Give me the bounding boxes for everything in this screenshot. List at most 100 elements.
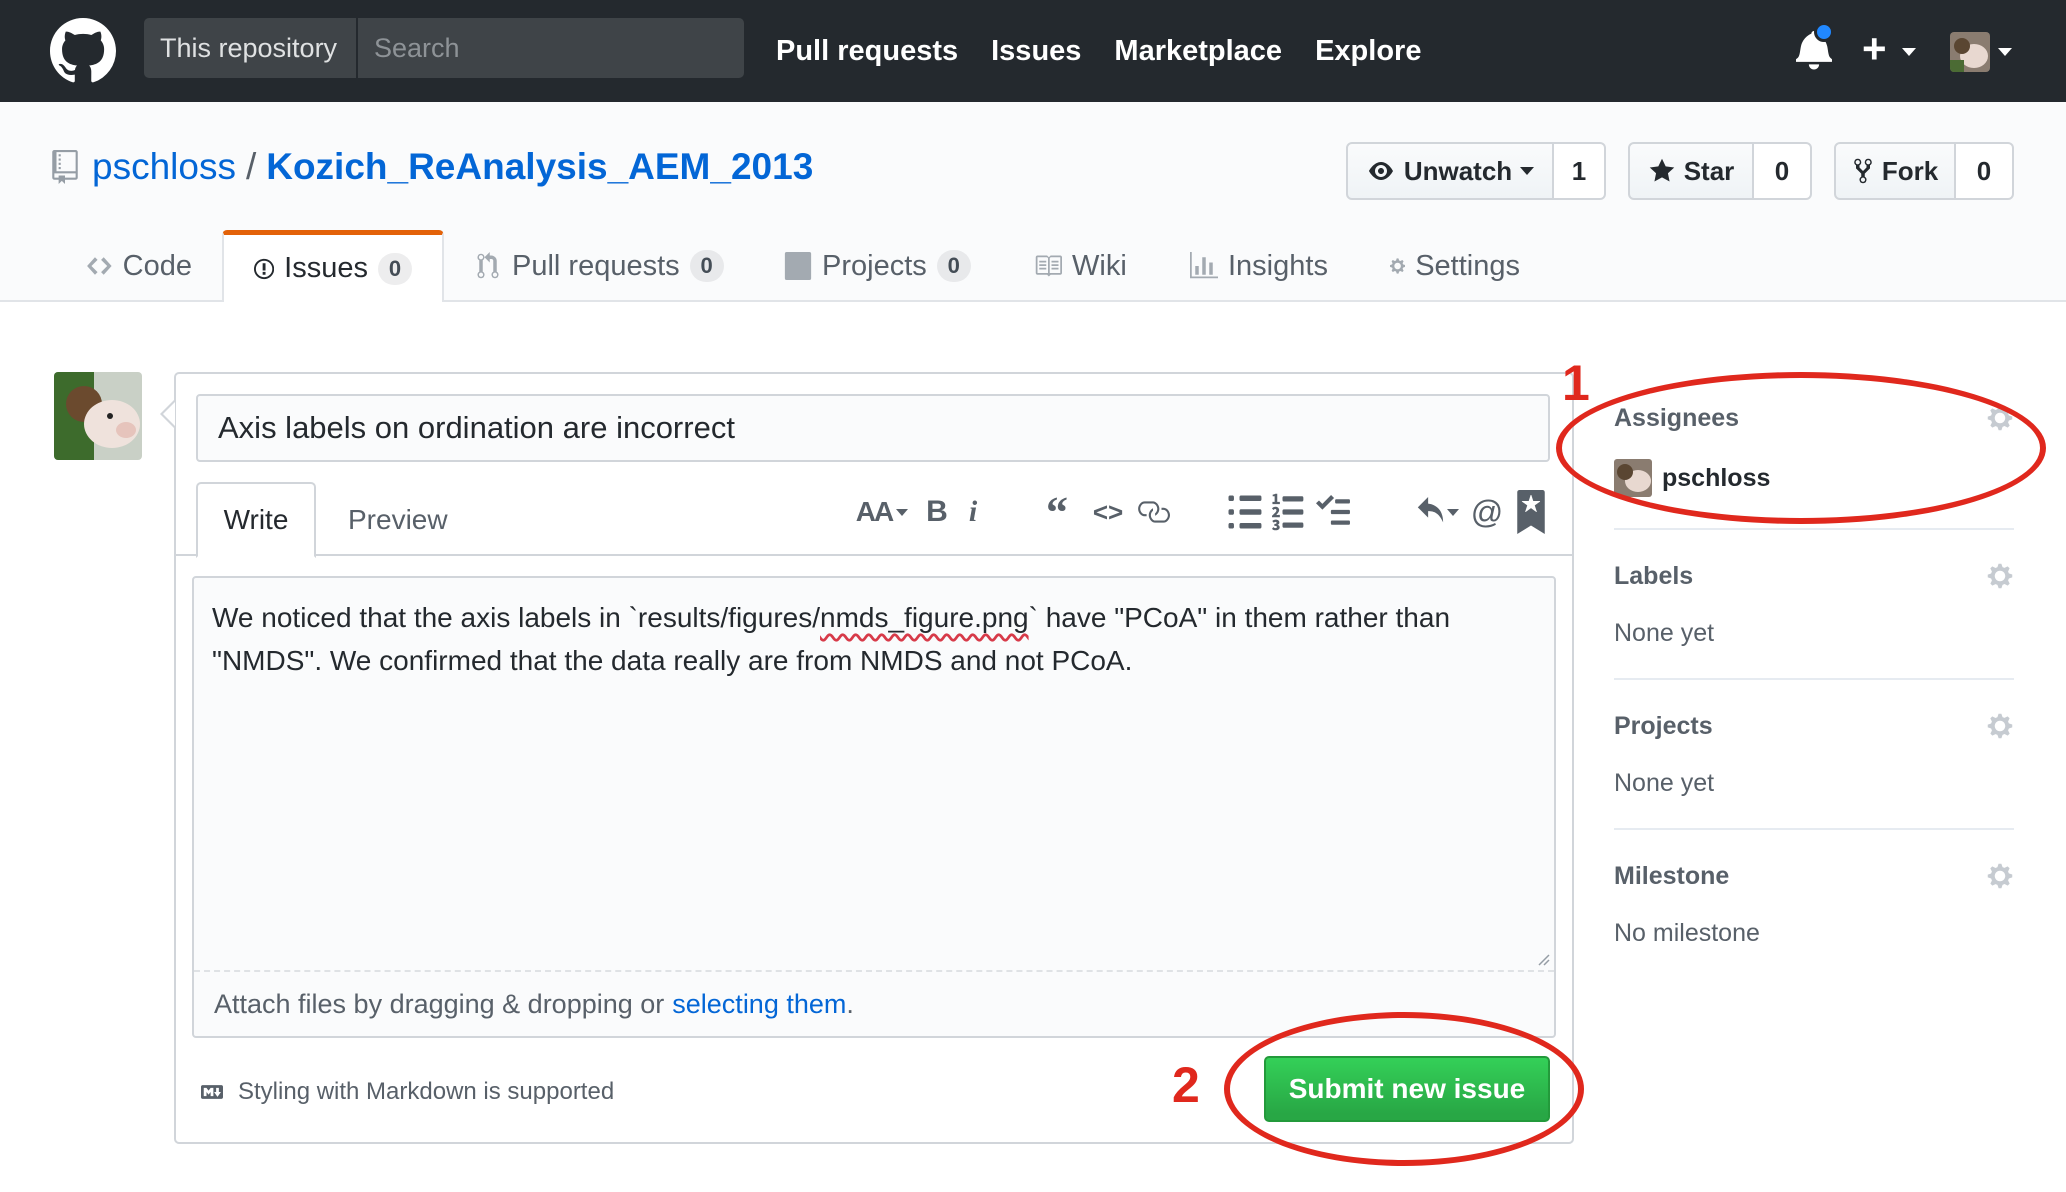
sidebar-divider [1614, 828, 2014, 830]
projects-counter: 0 [936, 250, 971, 282]
code-icon [87, 257, 112, 275]
repo-title: pschloss / Kozich_ReAnalysis_AEM_2013 [52, 146, 813, 188]
pull-requests-counter: 0 [689, 250, 724, 282]
markdown-icon [201, 1085, 223, 1099]
labels-value: None yet [1614, 619, 1715, 647]
github-logo-icon[interactable] [50, 18, 116, 84]
preview-tab[interactable]: Preview [326, 482, 470, 558]
quote-button[interactable]: “ [1040, 488, 1074, 537]
body-text-misspelled: nmds_figure.png [820, 602, 1029, 633]
book-icon [1035, 255, 1062, 277]
milestone-value: No milestone [1614, 919, 1760, 947]
ordered-list-icon[interactable] [1272, 490, 1306, 534]
fork-count[interactable]: 0 [1956, 142, 2014, 200]
bookmark-icon[interactable] [1516, 490, 1546, 534]
fork-icon [1854, 158, 1872, 184]
watch-count[interactable]: 1 [1554, 142, 1606, 200]
watch-group: Unwatch 1 [1346, 142, 1606, 200]
repo-name-link[interactable]: Kozich_ReAnalysis_AEM_2013 [266, 146, 813, 188]
nav-explore[interactable]: Explore [1315, 35, 1421, 68]
tab-wiki-label: Wiki [1072, 249, 1127, 282]
search-box[interactable]: This repository Search [144, 18, 744, 78]
sidebar-milestone[interactable]: Milestone No milestone [1614, 862, 2014, 948]
heading-button[interactable]: AA [854, 490, 910, 534]
gear-icon [1390, 258, 1406, 274]
sidebar-projects[interactable]: Projects None yet [1614, 712, 2014, 798]
link-icon[interactable] [1136, 490, 1170, 534]
tab-projects[interactable]: Projects 0 [754, 230, 1004, 302]
tab-wiki[interactable]: Wiki [1004, 230, 1160, 302]
issue-body-textarea[interactable]: We noticed that the axis labels in `resu… [192, 576, 1556, 1038]
gear-icon[interactable] [1986, 712, 2014, 740]
nav-issues[interactable]: Issues [991, 35, 1081, 68]
markdown-note[interactable]: Styling with Markdown is supported [196, 1078, 614, 1106]
issues-counter: 0 [378, 252, 412, 285]
tab-pull-requests-label: Pull requests [512, 249, 680, 282]
chevron-down-icon[interactable] [1902, 48, 1916, 56]
heading-icon: AA [855, 496, 894, 527]
mention-button[interactable]: @ [1470, 490, 1504, 534]
nav-marketplace[interactable]: Marketplace [1114, 35, 1282, 68]
projects-value: None yet [1614, 769, 1715, 797]
milestone-heading: Milestone [1614, 862, 1730, 890]
fork-label: Fork [1881, 155, 1939, 186]
attach-end: . [846, 988, 854, 1019]
repo-header: pschloss / Kozich_ReAnalysis_AEM_2013 Un… [0, 102, 2066, 302]
tab-issues-label: Issues [284, 252, 368, 284]
search-scope[interactable]: This repository [144, 18, 358, 78]
write-tab[interactable]: Write [196, 482, 316, 558]
star-button[interactable]: Star [1628, 142, 1754, 200]
code-button[interactable]: <> [1090, 490, 1126, 534]
attach-text: Attach files by dragging & dropping or [214, 988, 665, 1019]
issue-opened-icon [254, 258, 275, 279]
sidebar-divider [1614, 678, 2014, 680]
form-pointer-inner [163, 402, 175, 426]
chevron-down-icon[interactable] [1998, 48, 2012, 56]
top-header: This repository Search Pull requests Iss… [0, 0, 2066, 102]
sidebar-labels[interactable]: Labels None yet [1614, 562, 2014, 648]
top-nav: Pull requests Issues Marketplace Explore [776, 0, 1421, 102]
tab-issues[interactable]: Issues 0 [222, 230, 444, 302]
gear-icon[interactable] [1986, 862, 2014, 890]
tab-insights[interactable]: Insights [1160, 230, 1360, 302]
issue-body-text: We noticed that the axis labels in `resu… [212, 596, 1532, 682]
project-icon [784, 252, 812, 280]
repo-owner-link[interactable]: pschloss [92, 146, 236, 188]
fork-button[interactable]: Fork [1834, 142, 1956, 200]
tab-projects-label: Projects [822, 249, 927, 282]
search-input[interactable]: Search [358, 18, 460, 78]
avatar[interactable] [1950, 32, 1990, 72]
tab-code-label: Code [122, 249, 192, 282]
repo-icon [52, 150, 78, 184]
unwatch-button[interactable]: Unwatch [1346, 142, 1554, 200]
graph-icon [1190, 252, 1218, 279]
avatar[interactable] [54, 372, 142, 460]
annotation-number-1: 1 [1562, 355, 1590, 411]
plus-icon[interactable]: + [1862, 26, 1887, 72]
notification-indicator [1814, 22, 1834, 42]
star-count[interactable]: 0 [1754, 142, 1812, 200]
unwatch-label: Unwatch [1403, 155, 1513, 186]
markdown-note-text: Styling with Markdown is supported [238, 1078, 615, 1105]
italic-button[interactable]: i [960, 490, 986, 534]
tab-settings[interactable]: Settings [1360, 230, 1550, 302]
projects-heading: Projects [1614, 712, 1713, 740]
bold-button[interactable]: B [920, 490, 954, 534]
reply-button[interactable] [1412, 490, 1462, 534]
unordered-list-icon[interactable] [1228, 490, 1262, 534]
star-icon [1649, 158, 1674, 182]
tab-code[interactable]: Code [56, 230, 222, 302]
resize-handle-icon[interactable] [1536, 952, 1550, 966]
tab-pull-requests[interactable]: Pull requests 0 [444, 230, 754, 302]
path-separator: / [245, 146, 257, 187]
issue-title-input[interactable]: Axis labels on ordination are incorrect [196, 394, 1550, 462]
select-files-link[interactable]: selecting them [672, 989, 846, 1020]
chevron-down-icon [1447, 508, 1459, 516]
gear-icon[interactable] [1986, 562, 2014, 590]
annotation-ellipse-submit [1224, 1012, 1584, 1166]
task-list-icon[interactable] [1316, 490, 1350, 534]
nav-pull-requests[interactable]: Pull requests [776, 35, 958, 68]
eye-icon [1368, 162, 1393, 180]
annotation-ellipse-assignees [1556, 372, 2046, 524]
star-group: Star 0 [1628, 142, 1812, 200]
